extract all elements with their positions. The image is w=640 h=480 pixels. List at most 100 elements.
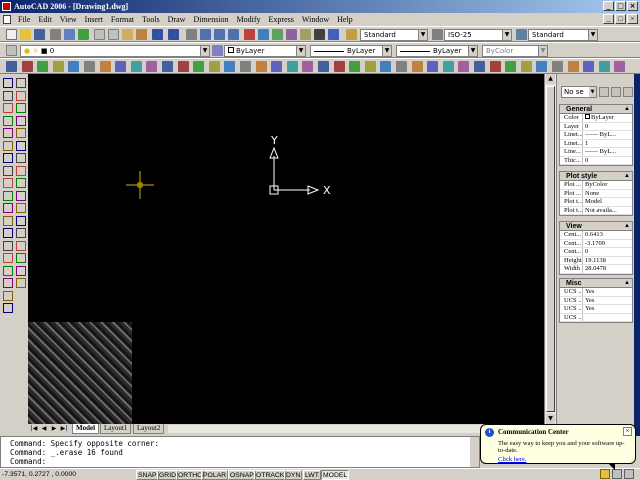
otrack-toggle[interactable]: OTRACK: [254, 470, 287, 480]
refedit-icon[interactable]: [598, 61, 610, 72]
select-objects-icon[interactable]: [611, 87, 621, 97]
prop-row[interactable]: Cent... 0.6413: [560, 231, 632, 240]
pan-icon[interactable]: [186, 29, 197, 40]
node-icon[interactable]: [208, 61, 220, 72]
doc-close-button[interactable]: ×: [627, 14, 638, 24]
help-icon[interactable]: [328, 29, 339, 40]
prop-row[interactable]: Width 28.0478: [560, 265, 632, 274]
extend-icon[interactable]: [16, 203, 26, 213]
prop-row[interactable]: Plot ... ByColor: [560, 181, 632, 190]
dim-style-dropdown[interactable]: ISO-25 ▼: [444, 29, 512, 41]
point-icon[interactable]: [3, 240, 13, 251]
collapse-icon[interactable]: ▲: [624, 172, 630, 181]
minimize-button[interactable]: _: [603, 1, 614, 11]
tab-layout2[interactable]: Layout2: [133, 424, 165, 434]
layer-freeze-icon[interactable]: [411, 61, 423, 72]
match-properties-icon[interactable]: [136, 29, 147, 40]
rectangle-icon[interactable]: [3, 128, 13, 138]
redo-icon[interactable]: [168, 29, 179, 40]
menu-tools[interactable]: Tools: [138, 13, 164, 26]
bring-front-icon[interactable]: [286, 61, 298, 72]
join-object-icon[interactable]: [16, 240, 26, 251]
chamfer-icon[interactable]: [16, 253, 26, 263]
communication-center-icon[interactable]: [600, 469, 610, 479]
parallel-icon[interactable]: [177, 61, 189, 72]
copy-icon[interactable]: [108, 29, 119, 40]
send-back-icon[interactable]: [302, 61, 314, 72]
osnap-settings-icon[interactable]: [255, 61, 267, 72]
undo-icon[interactable]: [152, 29, 163, 40]
circle-icon[interactable]: [3, 153, 13, 163]
design-center-icon[interactable]: [258, 29, 269, 40]
table-icon[interactable]: [3, 290, 13, 301]
lock-icon[interactable]: [612, 469, 622, 479]
vertical-scrollbar[interactable]: ▲ ▼: [544, 74, 556, 424]
open-icon[interactable]: [20, 29, 31, 40]
polygon-icon[interactable]: [3, 115, 13, 126]
prop-row[interactable]: Cent... -3.1709: [560, 239, 632, 248]
tool-palettes-icon[interactable]: [272, 29, 283, 40]
doc-minimize-button[interactable]: _: [603, 14, 614, 24]
draw-order-icon[interactable]: [271, 61, 283, 72]
menu-help[interactable]: Help: [333, 13, 357, 26]
doc-restore-button[interactable]: □: [615, 14, 626, 24]
arc-icon[interactable]: [3, 140, 13, 151]
midpoint-icon[interactable]: [52, 61, 64, 72]
dimension-icon[interactable]: [520, 61, 532, 72]
center-icon[interactable]: [115, 61, 127, 72]
tab-last-icon[interactable]: ▶|: [60, 425, 68, 433]
table-style-dropdown[interactable]: Standard ▼: [528, 29, 598, 41]
tab-prev-icon[interactable]: ◀: [40, 425, 48, 433]
collapse-icon[interactable]: ▲: [624, 222, 630, 231]
prop-row[interactable]: Plot t... Model: [560, 198, 632, 207]
fillet-icon[interactable]: [16, 265, 26, 276]
menu-express[interactable]: Express: [265, 13, 298, 26]
menu-format[interactable]: Format: [107, 13, 138, 26]
intersection-icon[interactable]: [68, 61, 80, 72]
maximize-button[interactable]: □: [615, 1, 626, 11]
menu-window[interactable]: Window: [298, 13, 333, 26]
scroll-thumb[interactable]: [546, 86, 555, 412]
command-prompt[interactable]: Command:: [10, 457, 479, 466]
erase-icon[interactable]: [16, 78, 26, 88]
text-style-dropdown[interactable]: Standard ▼: [360, 29, 428, 41]
prop-row[interactable]: Plot ... None: [560, 189, 632, 198]
snap-toggle[interactable]: SNAP: [136, 470, 159, 480]
plot-preview-icon[interactable]: [64, 29, 75, 40]
spline-icon[interactable]: [3, 178, 13, 188]
layer-previous-icon[interactable]: [380, 61, 392, 72]
text-icon[interactable]: [489, 61, 501, 72]
break-at-point-icon[interactable]: [16, 215, 26, 226]
zoom-previous-icon[interactable]: [228, 29, 239, 40]
array-icon[interactable]: [16, 128, 26, 138]
leader-icon[interactable]: [536, 61, 548, 72]
region-icon[interactable]: [364, 61, 376, 72]
sheet-set-icon[interactable]: [286, 29, 297, 40]
offset-icon[interactable]: [16, 115, 26, 126]
perpendicular-icon[interactable]: [162, 61, 173, 72]
endpoint-icon[interactable]: [37, 61, 49, 72]
prop-row[interactable]: UCS ...: [560, 313, 632, 322]
join-icon[interactable]: [583, 61, 595, 72]
paste-icon[interactable]: [122, 29, 133, 40]
menu-dimension[interactable]: Dimension: [189, 13, 232, 26]
save-icon[interactable]: [34, 29, 45, 40]
prop-row[interactable]: Layer 0: [560, 122, 632, 131]
layer-off-icon[interactable]: [427, 61, 439, 72]
dyn-toggle[interactable]: DYN: [284, 470, 303, 480]
calculator-icon[interactable]: [314, 29, 325, 40]
scroll-down-icon[interactable]: ▼: [546, 414, 555, 424]
apparent-intersection-icon[interactable]: [84, 61, 95, 72]
zoom-realtime-icon[interactable]: [200, 29, 211, 40]
gradient-icon[interactable]: [3, 265, 13, 276]
trim-icon[interactable]: [16, 190, 26, 201]
menu-insert[interactable]: Insert: [81, 13, 107, 26]
explode-icon[interactable]: [16, 278, 26, 288]
tab-next-icon[interactable]: ▶: [50, 425, 58, 433]
markup-icon[interactable]: [300, 29, 311, 40]
polyline-icon[interactable]: [3, 103, 13, 113]
prop-row[interactable]: UCS ... Yes: [560, 296, 632, 305]
insert-block-icon[interactable]: [3, 215, 13, 226]
polar-toggle[interactable]: POLAR: [201, 470, 229, 480]
menu-modify[interactable]: Modify: [233, 13, 265, 26]
